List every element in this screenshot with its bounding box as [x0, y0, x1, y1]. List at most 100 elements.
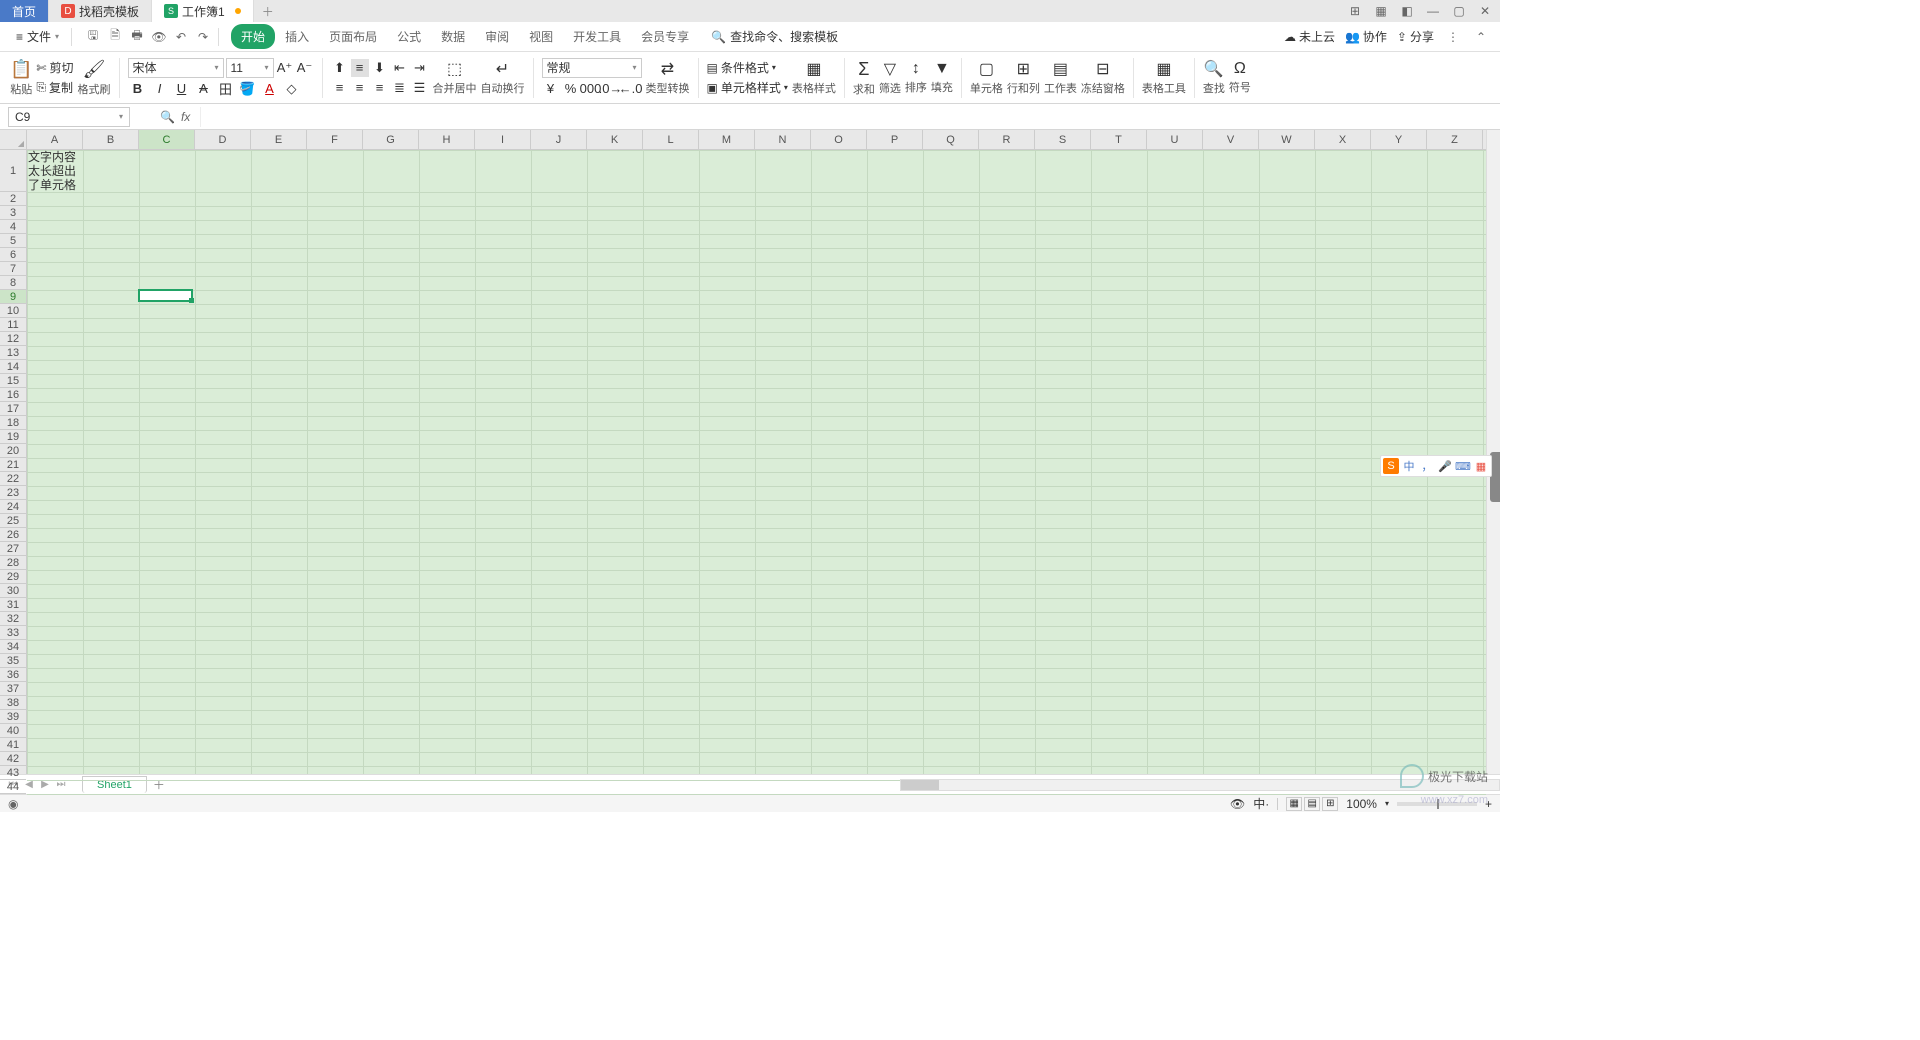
- align-bottom-icon[interactable]: ⬇: [371, 59, 389, 77]
- tab-workbook[interactable]: S工作簿1: [152, 0, 254, 22]
- ime-kb-icon[interactable]: ⌨: [1455, 458, 1471, 474]
- col-header-A[interactable]: A: [27, 130, 83, 149]
- merge-button[interactable]: ⬚合并居中: [433, 59, 477, 96]
- align-center-icon[interactable]: ≡: [351, 79, 369, 97]
- collapse-ribbon-icon[interactable]: ⌃: [1472, 28, 1490, 46]
- highlight-button[interactable]: ◇: [282, 80, 302, 98]
- view-pagebreak-icon[interactable]: ⊞: [1322, 797, 1338, 811]
- align-top-icon[interactable]: ⬆: [331, 59, 349, 77]
- view-pagelayout-icon[interactable]: ▤: [1304, 797, 1320, 811]
- distribute-icon[interactable]: ☰: [411, 79, 429, 97]
- row-header-7[interactable]: 7: [0, 262, 26, 276]
- col-header-R[interactable]: R: [979, 130, 1035, 149]
- sum-button[interactable]: Σ求和: [853, 59, 875, 97]
- col-header-S[interactable]: S: [1035, 130, 1091, 149]
- row-header-4[interactable]: 4: [0, 220, 26, 234]
- col-header-C[interactable]: C: [139, 130, 195, 149]
- more-icon[interactable]: ⋮: [1444, 28, 1462, 46]
- row-header-44[interactable]: 44: [0, 780, 26, 794]
- col-header-U[interactable]: U: [1147, 130, 1203, 149]
- col-header-I[interactable]: I: [475, 130, 531, 149]
- apps-icon[interactable]: ▦: [1372, 2, 1390, 20]
- hscroll-thumb[interactable]: [901, 780, 939, 790]
- sheet-add-button[interactable]: ＋: [153, 776, 165, 793]
- col-header-P[interactable]: P: [867, 130, 923, 149]
- ribbon-tab-view[interactable]: 视图: [519, 24, 563, 49]
- row-header-16[interactable]: 16: [0, 388, 26, 402]
- layout-icon[interactable]: ⊞: [1346, 2, 1364, 20]
- ime-logo-icon[interactable]: S: [1383, 458, 1399, 474]
- row-header-38[interactable]: 38: [0, 696, 26, 710]
- row-header-9[interactable]: 9: [0, 290, 26, 304]
- sort-button[interactable]: ↕排序: [905, 60, 927, 95]
- justify-icon[interactable]: ≣: [391, 79, 409, 97]
- row-header-8[interactable]: 8: [0, 276, 26, 290]
- col-header-M[interactable]: M: [699, 130, 755, 149]
- percent-icon[interactable]: %: [562, 80, 580, 98]
- col-header-Z[interactable]: Z: [1427, 130, 1483, 149]
- row-header-26[interactable]: 26: [0, 528, 26, 542]
- eye-icon[interactable]: 👁: [1230, 797, 1245, 811]
- close-icon[interactable]: ✕: [1476, 2, 1494, 20]
- row-header-2[interactable]: 2: [0, 192, 26, 206]
- align-right-icon[interactable]: ≡: [371, 79, 389, 97]
- row-header-39[interactable]: 39: [0, 710, 26, 724]
- indent-inc-icon[interactable]: ⇥: [411, 59, 429, 77]
- undo-icon[interactable]: ↶: [172, 28, 190, 46]
- col-header-X[interactable]: X: [1315, 130, 1371, 149]
- row-header-33[interactable]: 33: [0, 626, 26, 640]
- cells-area[interactable]: 文字内容太长超出了单元格: [27, 150, 1486, 774]
- strikethrough-button[interactable]: A: [194, 80, 214, 98]
- ime-grid-icon[interactable]: ▦: [1473, 458, 1489, 474]
- fill-handle[interactable]: [189, 298, 194, 303]
- filter-button[interactable]: ▽筛选: [879, 59, 901, 96]
- row-header-28[interactable]: 28: [0, 556, 26, 570]
- row-header-30[interactable]: 30: [0, 584, 26, 598]
- row-header-13[interactable]: 13: [0, 346, 26, 360]
- tab-template[interactable]: D找稻壳模板: [49, 0, 152, 22]
- preview-icon[interactable]: 👁: [150, 28, 168, 46]
- font-name-combo[interactable]: 宋体▾: [128, 58, 224, 78]
- row-header-10[interactable]: 10: [0, 304, 26, 318]
- sheet-tab-active[interactable]: Sheet1: [82, 776, 147, 793]
- row-header-1[interactable]: 1: [0, 150, 26, 192]
- ime-toolbar[interactable]: S 中 ， 🎤 ⌨ ▦: [1380, 455, 1492, 477]
- increase-font-icon[interactable]: A⁺: [276, 59, 294, 77]
- paste-button[interactable]: 📋粘贴: [10, 59, 32, 97]
- freeze-button[interactable]: ⊟冻结窗格: [1081, 59, 1125, 96]
- font-size-combo[interactable]: 11▾: [226, 58, 274, 78]
- view-normal-icon[interactable]: ▦: [1286, 797, 1302, 811]
- select-all-corner[interactable]: ◢: [0, 130, 27, 150]
- col-header-L[interactable]: L: [643, 130, 699, 149]
- row-header-29[interactable]: 29: [0, 570, 26, 584]
- row-header-5[interactable]: 5: [0, 234, 26, 248]
- rowcol-button[interactable]: ⊞行和列: [1007, 59, 1040, 96]
- type-convert-button[interactable]: ⇄类型转换: [646, 59, 690, 96]
- tab-add-button[interactable]: ＋: [254, 0, 282, 22]
- cut-button[interactable]: ✄剪切: [36, 59, 73, 77]
- tab-home[interactable]: 首页: [0, 0, 49, 22]
- dec-inc-icon[interactable]: .0→: [602, 80, 620, 98]
- indent-dec-icon[interactable]: ⇤: [391, 59, 409, 77]
- minimize-icon[interactable]: —: [1424, 2, 1442, 20]
- bold-button[interactable]: B: [128, 80, 148, 98]
- col-header-T[interactable]: T: [1091, 130, 1147, 149]
- number-format-combo[interactable]: 常规▾: [542, 58, 642, 78]
- col-header-V[interactable]: V: [1203, 130, 1259, 149]
- share-button[interactable]: ⇪分享: [1397, 28, 1434, 45]
- row-header-22[interactable]: 22: [0, 472, 26, 486]
- record-icon[interactable]: ◉: [8, 797, 18, 811]
- symbol-button[interactable]: Ω符号: [1229, 60, 1251, 95]
- underline-button[interactable]: U: [172, 80, 192, 98]
- row-header-25[interactable]: 25: [0, 514, 26, 528]
- lang-icon[interactable]: 中·: [1253, 795, 1269, 812]
- fx-label[interactable]: fx: [181, 110, 190, 124]
- row-header-18[interactable]: 18: [0, 416, 26, 430]
- col-header-D[interactable]: D: [195, 130, 251, 149]
- redo-icon[interactable]: ↷: [194, 28, 212, 46]
- cell-style-button[interactable]: ▣单元格样式▾: [707, 79, 788, 97]
- row-header-31[interactable]: 31: [0, 598, 26, 612]
- cell-button[interactable]: ▢单元格: [970, 59, 1003, 96]
- row-header-24[interactable]: 24: [0, 500, 26, 514]
- col-header-E[interactable]: E: [251, 130, 307, 149]
